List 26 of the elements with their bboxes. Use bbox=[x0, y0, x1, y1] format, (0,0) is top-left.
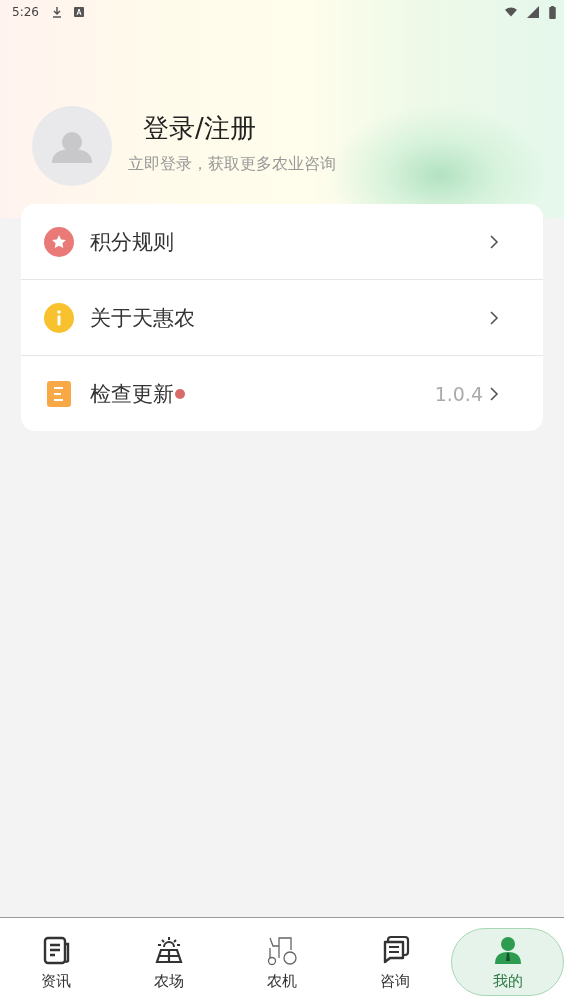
chevron-icon bbox=[489, 233, 499, 250]
chevron-icon bbox=[489, 309, 499, 326]
battery-icon bbox=[549, 5, 556, 19]
login-link[interactable]: 登录/注册 bbox=[143, 111, 336, 146]
status-time: 5:26 bbox=[12, 5, 39, 19]
document-icon bbox=[44, 378, 74, 409]
nav-tab[interactable]: 资讯 bbox=[0, 928, 113, 996]
avatar-icon[interactable] bbox=[32, 106, 112, 186]
menu-item[interactable]: 检查更新 1.0.4 bbox=[21, 356, 543, 431]
notification-icon bbox=[72, 6, 85, 18]
chevron-icon bbox=[489, 385, 499, 402]
menu-item[interactable]: 积分规则 bbox=[21, 204, 543, 280]
download-icon bbox=[50, 6, 63, 18]
menu-label: 积分规则 bbox=[90, 228, 174, 256]
menu-label: 关于天惠农 bbox=[90, 304, 195, 332]
signal-icon bbox=[527, 6, 539, 18]
info-icon bbox=[44, 302, 74, 333]
nav-tab[interactable]: 农场 bbox=[112, 928, 226, 996]
nav-tab[interactable]: 我的 bbox=[451, 928, 564, 996]
nav-tab[interactable]: 农机 bbox=[225, 928, 339, 996]
version-text: 1.0.4 bbox=[434, 382, 483, 405]
nav-tab[interactable]: 咨询 bbox=[338, 928, 452, 996]
menu-label: 检查更新 bbox=[90, 380, 174, 408]
wifi-icon bbox=[505, 6, 517, 18]
login-hint: 立即登录，获取更多农业咨询 bbox=[128, 154, 336, 175]
menu-item[interactable]: 关于天惠农 bbox=[21, 280, 543, 356]
